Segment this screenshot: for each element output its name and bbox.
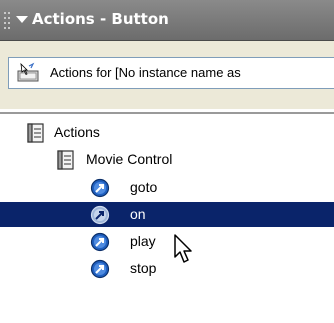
tree-item-label: on	[130, 206, 146, 222]
action-arrow-icon	[90, 178, 110, 198]
button-target-icon	[17, 62, 39, 82]
collapse-arrow-icon[interactable]	[16, 16, 28, 23]
tree-item-stop[interactable]: stop	[0, 256, 334, 281]
target-selector[interactable]: Actions for [No instance name as	[8, 57, 334, 89]
mouse-pointer-icon	[174, 234, 192, 263]
target-label: Actions for [No instance name as	[50, 65, 241, 80]
tree-item-actions[interactable]: Actions	[0, 120, 334, 145]
actions-toolbar: Actions for [No instance name as	[0, 41, 334, 109]
book-icon	[27, 123, 44, 143]
tree-item-label: Movie Control	[86, 151, 173, 167]
panel-gripper-icon[interactable]	[3, 11, 11, 29]
tree-item-label: goto	[130, 179, 158, 195]
tree-item-label: stop	[130, 260, 157, 276]
book-icon	[57, 150, 74, 170]
tree-item-goto[interactable]: goto	[0, 175, 334, 200]
tree-item-label: Actions	[54, 124, 100, 140]
tree-divider	[0, 112, 334, 114]
tree-item-movie-control[interactable]: Movie Control	[0, 147, 334, 172]
tree-item-play[interactable]: play	[0, 229, 334, 254]
action-arrow-icon	[90, 232, 110, 252]
tree-item-label: play	[130, 233, 156, 249]
action-arrow-icon	[90, 259, 110, 279]
action-arrow-icon	[90, 205, 110, 225]
tree-item-on[interactable]: on	[0, 202, 334, 227]
actions-panel: Actions - Button Actions for [No instanc…	[0, 0, 334, 323]
panel-title: Actions - Button	[32, 10, 169, 28]
actions-tree: Actions Movie Control goto on play stop	[0, 112, 334, 323]
panel-title-bar[interactable]: Actions - Button	[0, 0, 334, 41]
